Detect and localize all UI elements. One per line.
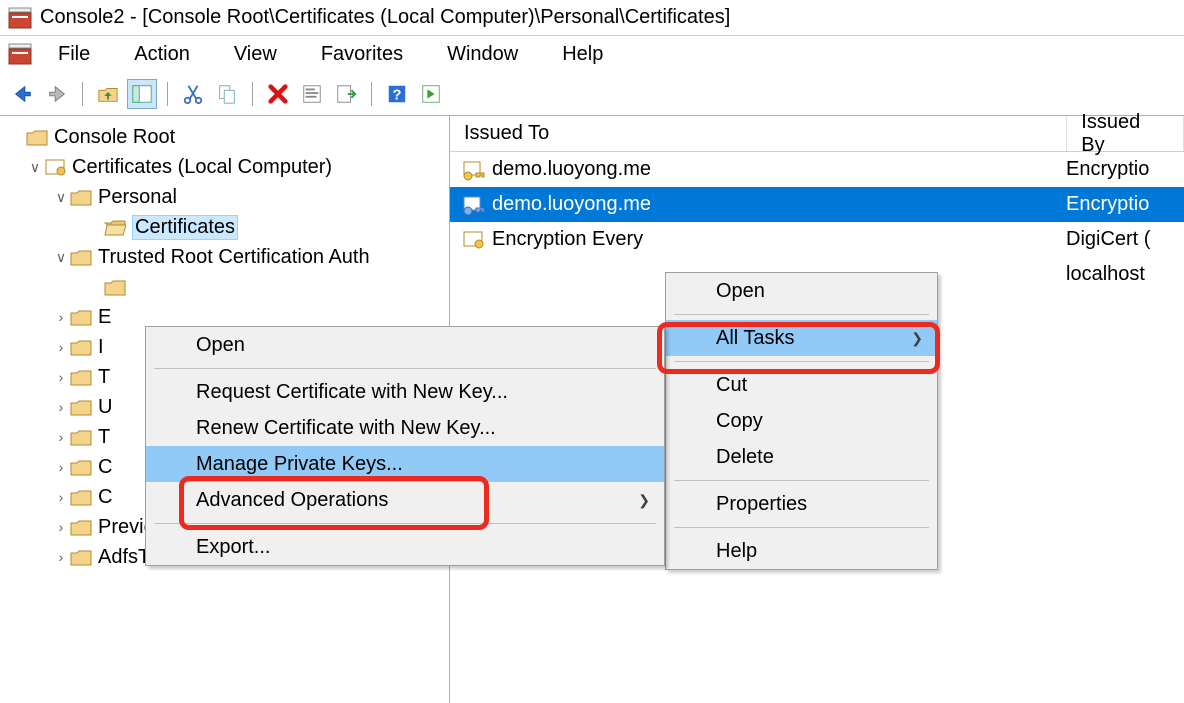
toolbar-sep: [167, 82, 168, 106]
cert-store-icon: [44, 157, 66, 177]
cert-issued-by: Encryptio: [1056, 158, 1149, 181]
sub-renew-new-key[interactable]: Renew Certificate with New Key...: [146, 410, 664, 446]
tree-item[interactable]: [4, 272, 445, 302]
sub-export[interactable]: Export...: [146, 529, 664, 565]
folder-open-icon: [104, 217, 126, 237]
menu-favorites[interactable]: Favorites: [309, 39, 415, 70]
folder-icon: [104, 277, 126, 297]
console-icon: [8, 43, 32, 65]
sub-advanced-operations[interactable]: Advanced Operations❯: [146, 482, 664, 518]
submenu-all-tasks: Open Request Certificate with New Key...…: [145, 326, 665, 566]
certificate-key-icon: [462, 194, 486, 216]
copy-button[interactable]: [212, 79, 242, 109]
menu-file[interactable]: File: [46, 39, 102, 70]
chevron-right-icon: ❯: [638, 492, 650, 509]
toolbar-sep: [82, 82, 83, 106]
folder-icon: [70, 517, 92, 537]
menu-separator: [154, 523, 656, 524]
ctx-open[interactable]: Open: [666, 273, 937, 309]
folder-icon: [70, 187, 92, 207]
menu-separator: [674, 361, 929, 362]
folder-icon: [70, 487, 92, 507]
chevron-right-icon: ❯: [911, 330, 923, 347]
tree-certs-lc[interactable]: ∨ Certificates (Local Computer): [4, 152, 445, 182]
folder-icon: [70, 337, 92, 357]
forward-button[interactable]: [42, 79, 72, 109]
up-folder-button[interactable]: [93, 79, 123, 109]
tree-trusted-root-ca[interactable]: ∨ Trusted Root Certification Auth: [4, 242, 445, 272]
properties-button[interactable]: [297, 79, 327, 109]
menu-view[interactable]: View: [222, 39, 289, 70]
toolbar: ?: [0, 72, 1184, 116]
toolbar-sep: [371, 82, 372, 106]
menu-window[interactable]: Window: [435, 39, 530, 70]
menubar: File Action View Favorites Window Help: [0, 36, 1184, 72]
cert-row-selected[interactable]: demo.luoyong.me Encryptio: [450, 187, 1184, 222]
folder-icon: [70, 367, 92, 387]
mmc-window: Console2 - [Console Root\Certificates (L…: [0, 0, 1184, 703]
titlebar: Console2 - [Console Root\Certificates (L…: [0, 0, 1184, 36]
folder-icon: [70, 397, 92, 417]
folder-icon: [70, 307, 92, 327]
menu-help[interactable]: Help: [550, 39, 615, 70]
folder-icon: [26, 127, 48, 147]
export-button[interactable]: [331, 79, 361, 109]
folder-icon: [70, 247, 92, 267]
sub-request-new-key[interactable]: Request Certificate with New Key...: [146, 374, 664, 410]
cert-row[interactable]: Encryption Every DigiCert (: [450, 222, 1184, 257]
cert-issued-by: Encryptio: [1056, 193, 1149, 216]
col-issued-by[interactable]: Issued By: [1067, 116, 1184, 151]
tree-personal[interactable]: ∨ Personal: [4, 182, 445, 212]
certificate-key-icon: [462, 159, 486, 181]
ctx-all-tasks[interactable]: All Tasks❯: [666, 320, 937, 356]
sub-open[interactable]: Open: [146, 327, 664, 363]
help-button[interactable]: ?: [382, 79, 412, 109]
cut-button[interactable]: [178, 79, 208, 109]
menu-action[interactable]: Action: [122, 39, 202, 70]
ctx-help[interactable]: Help: [666, 533, 937, 569]
console-icon: [8, 7, 32, 29]
folder-icon: [70, 427, 92, 447]
cert-issued-to: demo.luoyong.me: [492, 193, 651, 216]
delete-button[interactable]: [263, 79, 293, 109]
ctx-properties[interactable]: Properties: [666, 486, 937, 522]
folder-icon: [70, 547, 92, 567]
menu-separator: [154, 368, 656, 369]
back-button[interactable]: [8, 79, 38, 109]
window-title: Console2 - [Console Root\Certificates (L…: [40, 6, 730, 29]
folder-icon: [70, 457, 92, 477]
col-issued-to[interactable]: Issued To: [450, 116, 1067, 151]
certificate-icon: [462, 229, 486, 251]
svg-text:?: ?: [393, 87, 402, 103]
tree-certificates[interactable]: Certificates: [4, 212, 445, 242]
refresh-button[interactable]: [416, 79, 446, 109]
menu-separator: [674, 480, 929, 481]
show-tree-button[interactable]: [127, 79, 157, 109]
cert-row[interactable]: demo.luoyong.me Encryptio: [450, 152, 1184, 187]
menu-separator: [674, 527, 929, 528]
toolbar-sep: [252, 82, 253, 106]
cert-issued-to: Encryption Every: [492, 228, 643, 251]
ctx-cut[interactable]: Cut: [666, 367, 937, 403]
tree-console-root[interactable]: Console Root: [4, 122, 445, 152]
cert-issued-to: demo.luoyong.me: [492, 158, 651, 181]
context-menu: Open All Tasks❯ Cut Copy Delete Properti…: [665, 272, 938, 570]
menu-separator: [674, 314, 929, 315]
sub-manage-private-keys[interactable]: Manage Private Keys...: [146, 446, 664, 482]
ctx-delete[interactable]: Delete: [666, 439, 937, 475]
column-header: Issued To Issued By: [450, 116, 1184, 152]
ctx-copy[interactable]: Copy: [666, 403, 937, 439]
cert-issued-by: localhost: [1056, 263, 1145, 286]
cert-issued-by: DigiCert (: [1056, 228, 1150, 251]
